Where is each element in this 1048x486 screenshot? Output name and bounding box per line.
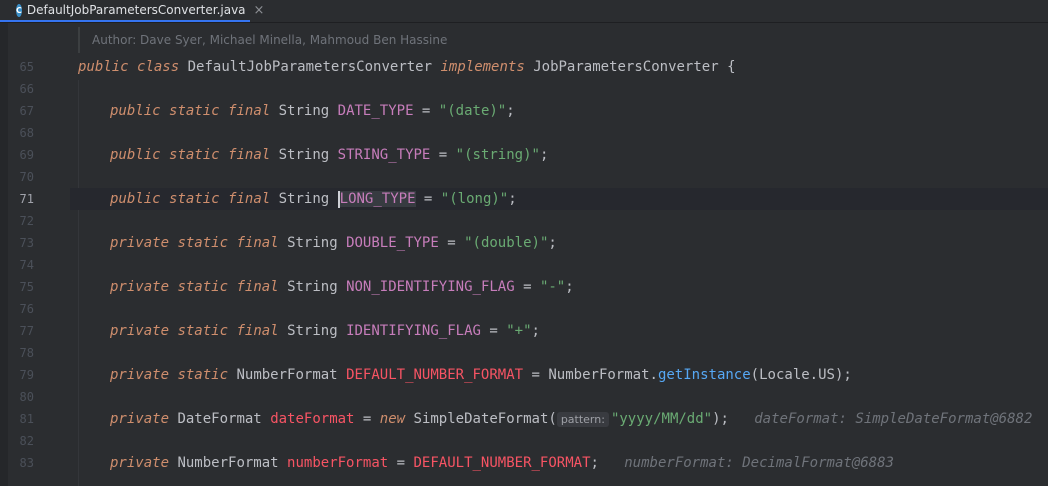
code-line-83[interactable]: private NumberFormat numberFormat = DEFA… bbox=[110, 452, 894, 474]
debug-inlay-value: numberFormat: DecimalFormat@6883 bbox=[624, 455, 894, 471]
line-number: 82 bbox=[19, 434, 34, 448]
indent-guide bbox=[78, 80, 79, 486]
line-number: 67 bbox=[19, 104, 34, 118]
line-number: 66 bbox=[19, 82, 34, 96]
code-line-81[interactable]: private DateFormat dateFormat = new Simp… bbox=[110, 408, 1032, 431]
file-tab-label: DefaultJobParametersConverter.java bbox=[26, 3, 246, 17]
class-file-icon: C bbox=[16, 3, 22, 17]
line-number: 72 bbox=[19, 214, 34, 228]
line-number: 79 bbox=[19, 368, 34, 382]
close-icon[interactable]: × bbox=[254, 3, 265, 18]
line-number: 65 bbox=[19, 60, 34, 74]
line-number: 73 bbox=[19, 236, 34, 250]
tool-window-strip bbox=[0, 23, 8, 486]
code-line-67[interactable]: public static final String DATE_TYPE = "… bbox=[110, 100, 515, 122]
line-number: 75 bbox=[19, 280, 34, 294]
code-line-73[interactable]: private static final String DOUBLE_TYPE … bbox=[110, 232, 557, 254]
line-number: 83 bbox=[19, 456, 34, 470]
line-number: 78 bbox=[19, 346, 34, 360]
code-line-65[interactable]: public class DefaultJobParametersConvert… bbox=[78, 56, 736, 78]
parameter-hint: pattern: bbox=[556, 412, 609, 427]
doc-comment: Author: Dave Syer, Michael Minella, Mahm… bbox=[78, 27, 447, 53]
line-number: 77 bbox=[19, 324, 34, 338]
line-number: 81 bbox=[19, 412, 34, 426]
code-line-71[interactable]: public static final String LONG_TYPE = "… bbox=[110, 188, 517, 210]
file-tab[interactable]: C DefaultJobParametersConverter.java × bbox=[0, 0, 264, 22]
line-number: 69 bbox=[19, 148, 34, 162]
debug-inlay-value: dateFormat: SimpleDateFormat@6882 bbox=[754, 411, 1033, 427]
code-line-75[interactable]: private static final String NON_IDENTIFY… bbox=[110, 276, 574, 298]
code-line-79[interactable]: private static NumberFormat DEFAULT_NUMB… bbox=[110, 364, 852, 386]
line-number: 68 bbox=[19, 126, 34, 140]
code-line-77[interactable]: private static final String IDENTIFYING_… bbox=[110, 320, 540, 342]
editor-tab-bar: C DefaultJobParametersConverter.java × bbox=[0, 0, 1048, 23]
line-number: 76 bbox=[19, 302, 34, 316]
code-line-69[interactable]: public static final String STRING_TYPE =… bbox=[110, 144, 548, 166]
line-number: 74 bbox=[19, 258, 34, 272]
line-number: 70 bbox=[19, 170, 34, 184]
line-number: 80 bbox=[19, 390, 34, 404]
line-number: 71 bbox=[19, 192, 34, 206]
